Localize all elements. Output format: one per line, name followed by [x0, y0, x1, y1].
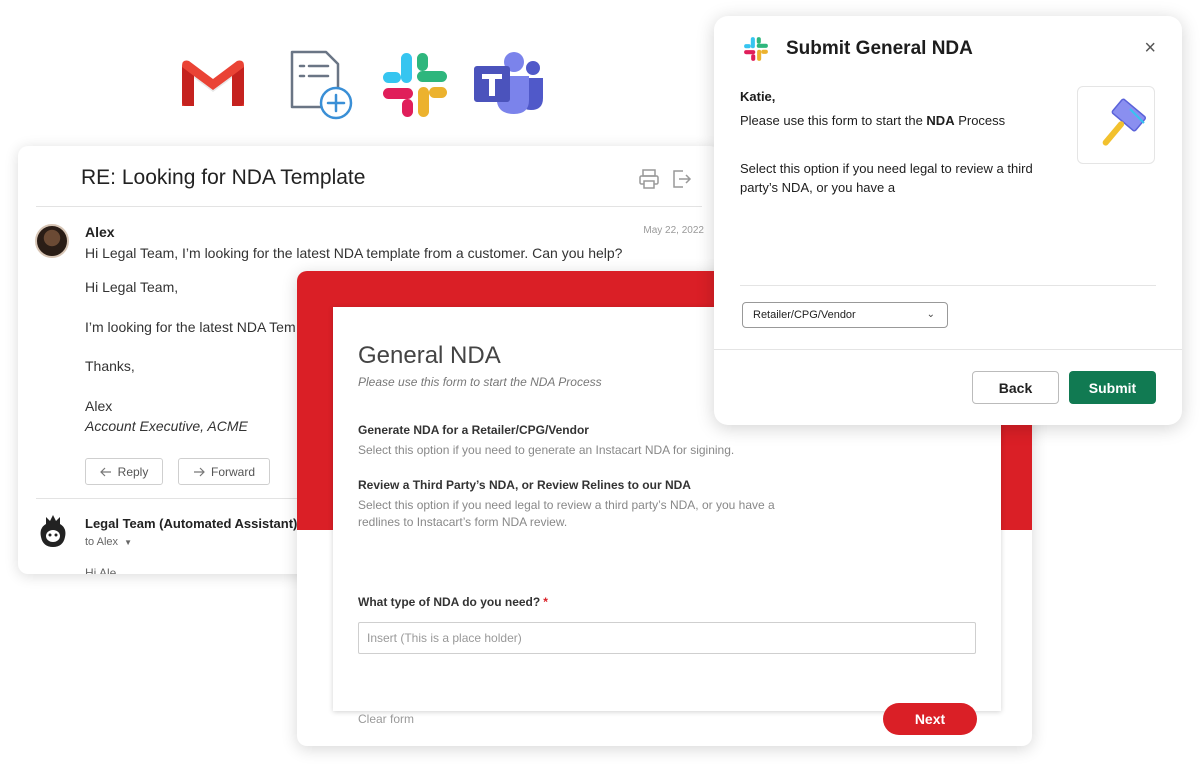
integration-icons — [175, 44, 555, 124]
option-heading: Review a Third Party’s NDA, or Review Re… — [358, 478, 691, 492]
print-icon[interactable] — [638, 168, 660, 190]
dropdown-value: Retailer/CPG/Vendor — [753, 309, 856, 321]
next-button[interactable]: Next — [883, 703, 977, 735]
reply-preview: Hi Ale — [85, 566, 117, 574]
form-subtitle: Please use this form to start the NDA Pr… — [358, 375, 602, 389]
modal-divider — [714, 349, 1182, 350]
signature-name: Alex — [85, 398, 113, 414]
bot-avatar-icon — [40, 515, 66, 547]
email-body-greeting: Hi Legal Team, — [85, 279, 179, 295]
reply-sender-name: Legal Team (Automated Assistant) — [85, 516, 298, 531]
required-mark: * — [543, 595, 548, 609]
reply-icon — [99, 467, 111, 476]
modal-select-text: Select this option if you need legal to … — [740, 161, 1033, 195]
nda-type-question: What type of NDA do you need? * — [358, 595, 548, 609]
email-preview: Hi Legal Team, I’m looking for the lates… — [85, 245, 623, 261]
avatar — [35, 224, 69, 258]
modal-title: Submit General NDA — [786, 38, 973, 59]
question-label: What type of NDA do you need? — [358, 595, 541, 609]
slack-modal: Submit General NDA × Katie, Please use t… — [714, 16, 1182, 425]
modal-intro: Please use this form to start the NDA Pr… — [740, 113, 1005, 128]
open-new-window-icon[interactable] — [671, 168, 693, 190]
forward-icon — [193, 467, 205, 476]
email-body-thanks: Thanks, — [85, 358, 135, 374]
slack-icon — [744, 37, 768, 61]
slack-icon — [383, 53, 447, 117]
reply-button[interactable]: Reply — [85, 458, 163, 485]
email-date: May 22, 2022 — [643, 225, 704, 236]
form-title: General NDA — [358, 342, 501, 369]
reply-recipient-label: to Alex — [85, 536, 119, 548]
clear-form-link[interactable]: Clear form — [358, 712, 414, 726]
chevron-down-icon: ▼ — [124, 538, 133, 547]
forward-label: Forward — [210, 464, 255, 479]
modal-divider — [740, 285, 1156, 286]
gavel-icon — [1102, 98, 1147, 146]
modal-greeting: Katie, — [740, 89, 776, 104]
close-icon[interactable]: × — [1144, 38, 1156, 58]
chevron-down-icon: ⌄ — [926, 309, 935, 320]
teams-icon — [474, 52, 543, 114]
reply-recipient[interactable]: to Alex ▼ — [85, 536, 132, 548]
gavel-thumbnail — [1077, 86, 1155, 164]
sender-name: Alex — [85, 224, 115, 240]
submit-button[interactable]: Submit — [1069, 371, 1156, 404]
forward-button[interactable]: Forward — [178, 458, 270, 485]
form-add-icon — [290, 50, 353, 120]
modal-intro-suffix: Process — [954, 113, 1006, 128]
option-heading: Generate NDA for a Retailer/CPG/Vendor — [358, 423, 589, 437]
email-subject: RE: Looking for NDA Template — [81, 166, 366, 189]
email-divider — [36, 206, 702, 207]
back-button[interactable]: Back — [972, 371, 1059, 404]
option-description: Select this option if you need legal to … — [358, 498, 775, 529]
signature-role: Account Executive, ACME — [85, 418, 248, 434]
option-description: Select this option if you need to genera… — [358, 443, 735, 457]
modal-intro-bold: NDA — [926, 113, 955, 128]
nda-type-dropdown[interactable]: Retailer/CPG/Vendor ⌄ — [742, 302, 948, 328]
modal-intro-prefix: Please use this form to start the — [740, 113, 927, 128]
nda-type-input[interactable] — [358, 622, 976, 654]
reply-label: Reply — [117, 464, 149, 479]
gmail-icon — [182, 60, 244, 106]
email-body-line: I’m looking for the latest NDA Tem — [85, 319, 296, 335]
